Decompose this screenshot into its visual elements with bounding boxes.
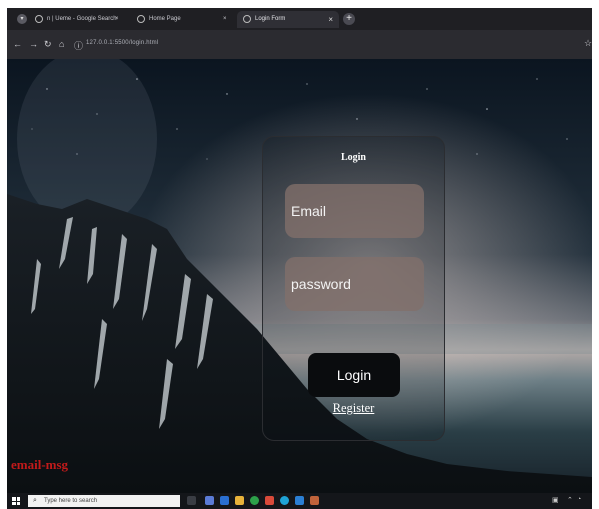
password-field[interactable] [285, 257, 424, 311]
search-placeholder: Type here to search [44, 498, 98, 504]
new-tab-button[interactable]: + [343, 13, 355, 25]
taskbar-app-icon[interactable] [205, 496, 214, 505]
search-icon: ⌕ [33, 497, 37, 504]
forward-arrow-icon[interactable]: → [29, 39, 38, 49]
google-favicon-icon [35, 15, 43, 23]
windows-start-icon[interactable] [12, 497, 20, 505]
taskbar-search-box[interactable]: ⌕ Type here to search [28, 495, 180, 507]
tab-login-form[interactable]: Login Form × [237, 11, 339, 28]
info-icon: ⓘ [74, 41, 84, 51]
file-explorer-icon[interactable] [235, 496, 244, 505]
chrome-icon[interactable] [250, 496, 259, 505]
register-link[interactable]: Register [263, 401, 444, 416]
edge-icon[interactable] [280, 496, 289, 505]
email-field[interactable] [285, 184, 424, 238]
reload-icon[interactable]: ↻ [44, 39, 52, 50]
page-viewport: Login Login Register email-msg [7, 59, 592, 493]
page-favicon-icon [243, 15, 251, 23]
page-favicon-icon [137, 15, 145, 23]
email-error-message: email-msg [11, 457, 69, 472]
speaker-icon[interactable]: ◔ [577, 496, 581, 503]
tray-icon[interactable]: ▣ [552, 496, 559, 504]
close-tab-icon[interactable]: × [115, 11, 129, 28]
taskbar-app-icon[interactable] [220, 496, 229, 505]
tab-home-page[interactable]: Home Page [131, 11, 231, 28]
home-icon[interactable]: ⌂ [59, 39, 64, 49]
back-arrow-icon[interactable]: ← [13, 39, 22, 49]
task-view-icon[interactable] [187, 496, 196, 505]
login-card: Login Login Register [262, 136, 445, 441]
bookmark-star-icon[interactable]: ☆ [584, 38, 592, 49]
chevron-up-icon[interactable]: ⌃ [567, 496, 573, 504]
tab-google-search[interactable]: n | Ueme - Google Search [29, 11, 121, 28]
browser-toolbar: ← → ↻ ⌂ ⓘ 127.0.0.1:5500/login.html ☆ [7, 30, 592, 59]
login-title: Login [340, 152, 366, 163]
close-tab-icon[interactable]: × [223, 11, 237, 28]
vscode-icon[interactable] [295, 496, 304, 505]
address-bar[interactable]: 127.0.0.1:5500/login.html [86, 40, 158, 46]
tab-strip: ▾ n | Ueme - Google Search × Home Page ×… [7, 8, 592, 30]
taskbar-app-icon[interactable] [310, 496, 319, 505]
tab-label: n | Ueme - Google Search [47, 16, 117, 22]
tab-label: Home Page [149, 16, 181, 22]
tab-label: Login Form [255, 16, 286, 22]
login-button[interactable]: Login [308, 353, 400, 397]
close-tab-icon[interactable]: × [328, 11, 333, 28]
taskbar: ⌕ Type here to search ▣ ⌃ ◔ [7, 493, 592, 509]
taskbar-app-icon[interactable] [265, 496, 274, 505]
tab-search-icon[interactable]: ▾ [17, 14, 27, 24]
